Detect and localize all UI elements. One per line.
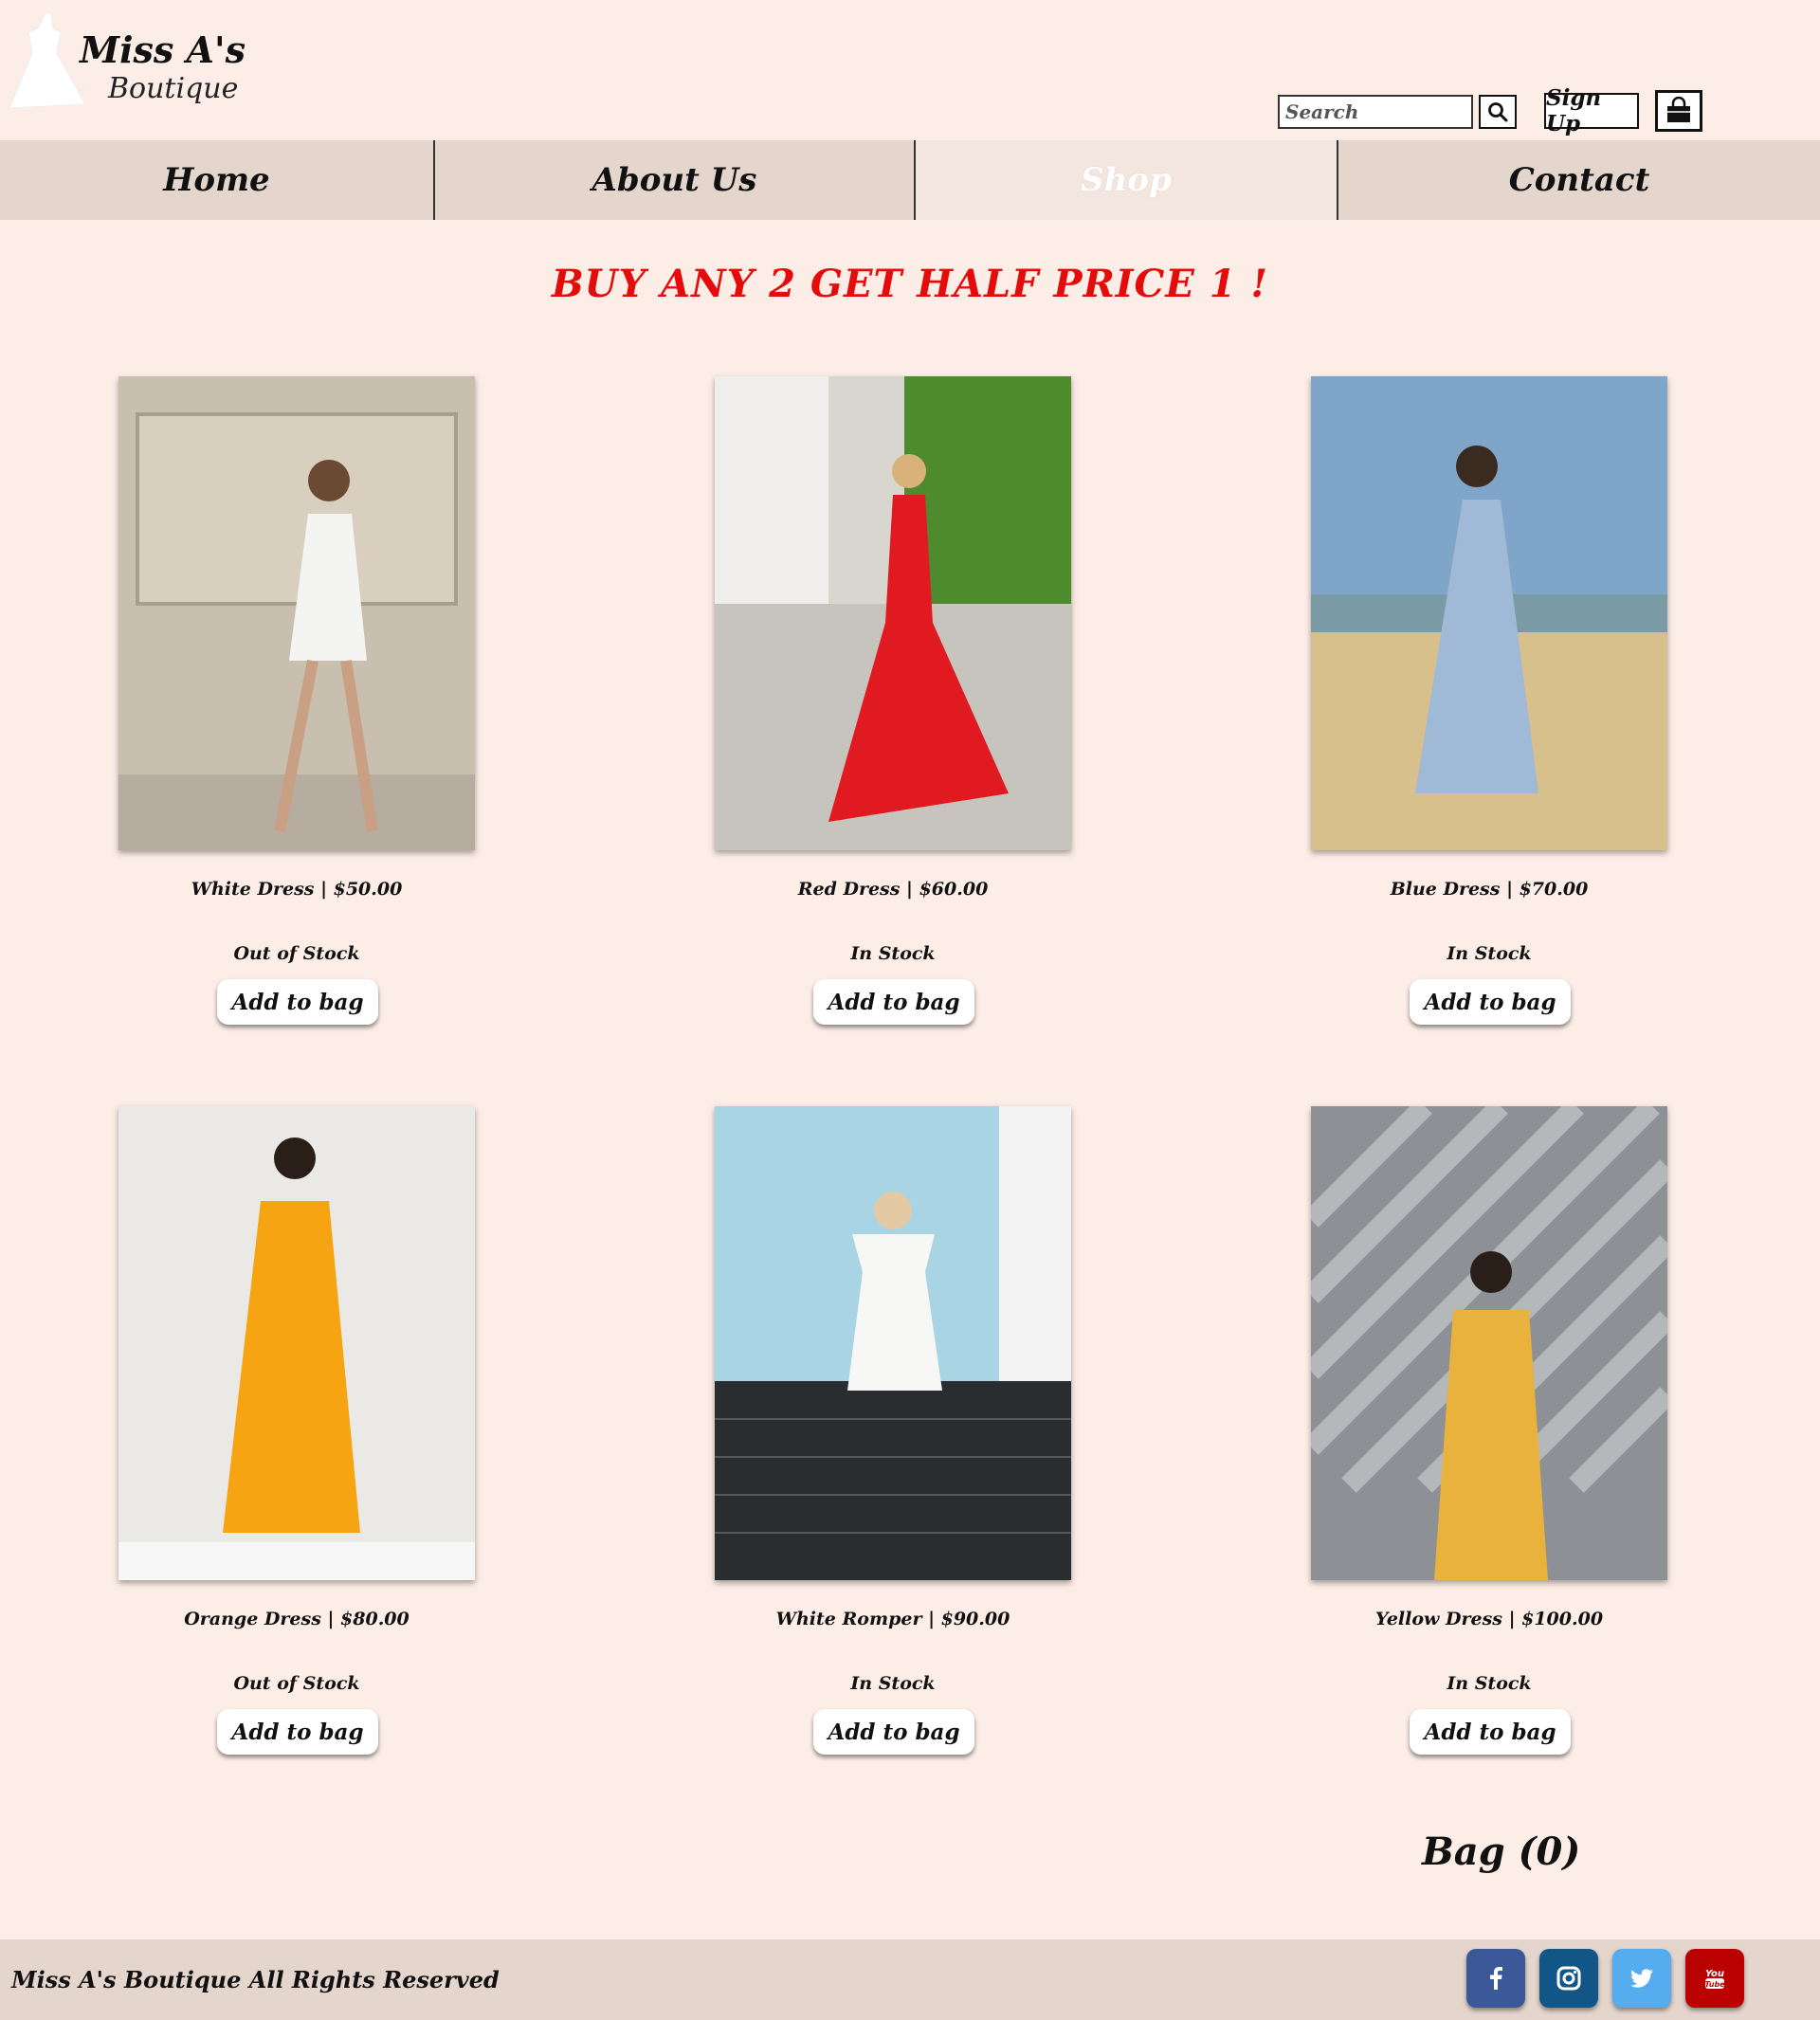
product-card: Orange Dress | $80.00 Out of Stock Add t… (118, 1106, 479, 1755)
svg-text:Tube: Tube (1704, 1980, 1725, 1989)
product-name-price: Red Dress | $60.00 (797, 879, 989, 900)
product-stock: In Stock (1447, 943, 1532, 964)
logo[interactable]: Miss A's Boutique (4, 4, 246, 116)
copyright-text: Miss A's Boutique All Rights Reserved (11, 1966, 500, 1993)
search-bar (1278, 95, 1517, 129)
dress-logo-icon (9, 12, 86, 109)
product-name-price: Blue Dress | $70.00 (1390, 879, 1589, 900)
product-image[interactable] (715, 376, 1071, 850)
nav-shop[interactable]: Shop (916, 140, 1338, 220)
shopping-bag-icon (1667, 97, 1690, 122)
instagram-button[interactable] (1539, 1949, 1598, 2008)
facebook-button[interactable] (1466, 1949, 1525, 2008)
instagram-icon (1556, 1966, 1581, 1991)
add-to-bag-button[interactable]: Add to bag (217, 1709, 378, 1755)
nav-about-us[interactable]: About Us (435, 140, 916, 220)
product-image[interactable] (715, 1106, 1071, 1580)
search-input[interactable] (1278, 95, 1473, 129)
add-to-bag-button[interactable]: Add to bag (1410, 1709, 1571, 1755)
product-stock: Out of Stock (233, 943, 360, 964)
youtube-icon: You Tube (1704, 1969, 1725, 1989)
nav-home[interactable]: Home (0, 140, 435, 220)
product-image[interactable] (1311, 1106, 1667, 1580)
facebook-icon (1490, 1967, 1502, 1990)
product-card: Yellow Dress | $100.00 In Stock Add to b… (1311, 1106, 1671, 1755)
product-card: Red Dress | $60.00 In Stock Add to bag (715, 376, 1075, 1025)
product-name-price: Orange Dress | $80.00 (184, 1609, 410, 1629)
product-image[interactable] (118, 1106, 475, 1580)
product-card: White Romper | $90.00 In Stock Add to ba… (715, 1106, 1075, 1755)
footer: Miss A's Boutique All Rights Reserved Yo… (0, 1939, 1820, 2020)
product-name-price: Yellow Dress | $100.00 (1374, 1609, 1604, 1629)
product-stock: In Stock (850, 1673, 936, 1694)
product-stock: In Stock (1447, 1673, 1532, 1694)
add-to-bag-button[interactable]: Add to bag (217, 979, 378, 1025)
product-stock: Out of Stock (233, 1673, 360, 1694)
search-icon (1488, 102, 1508, 122)
product-name-price: White Dress | $50.00 (191, 879, 403, 900)
product-name-price: White Romper | $90.00 (775, 1609, 1010, 1629)
bag-count: Bag (0) (1422, 1829, 1581, 1874)
product-image[interactable] (1311, 376, 1667, 850)
youtube-button[interactable]: You Tube (1685, 1949, 1744, 2008)
product-card: White Dress | $50.00 Out of Stock Add to… (118, 376, 479, 1025)
twitter-button[interactable] (1612, 1949, 1671, 2008)
main-nav: Home About Us Shop Contact (0, 140, 1820, 220)
add-to-bag-button[interactable]: Add to bag (1410, 979, 1571, 1025)
product-card: Blue Dress | $70.00 In Stock Add to bag (1311, 376, 1671, 1025)
sign-up-button[interactable]: Sign Up (1544, 85, 1639, 136)
logo-subtitle: Boutique (108, 72, 239, 105)
product-stock: In Stock (850, 943, 936, 964)
svg-text:You: You (1705, 1969, 1724, 1979)
search-button[interactable] (1479, 95, 1517, 129)
nav-contact[interactable]: Contact (1338, 140, 1820, 220)
twitter-icon (1629, 1969, 1653, 1988)
logo-title: Miss A's (80, 28, 246, 71)
product-image[interactable] (118, 376, 475, 850)
promo-banner: BUY ANY 2 GET HALF PRICE 1 ! (551, 262, 1269, 306)
shopping-bag-button[interactable] (1655, 90, 1702, 132)
add-to-bag-button[interactable]: Add to bag (813, 1709, 974, 1755)
add-to-bag-button[interactable]: Add to bag (813, 979, 974, 1025)
